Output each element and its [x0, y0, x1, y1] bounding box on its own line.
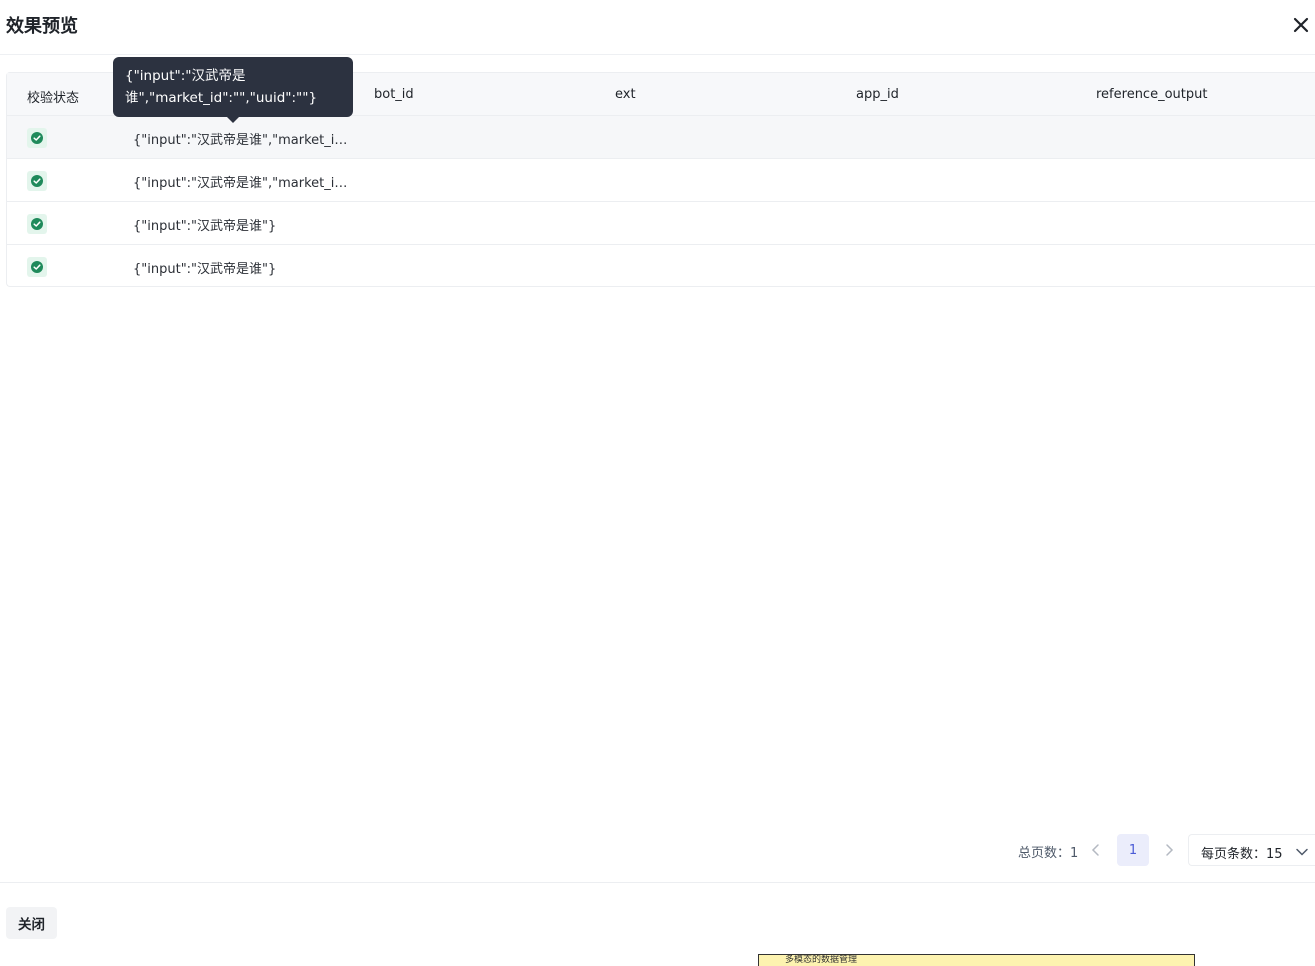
page-size-select[interactable]: 每页条数：15	[1188, 834, 1315, 866]
column-header-reference-output: reference_output	[1096, 87, 1208, 102]
chevron-left-icon[interactable]	[1087, 840, 1105, 860]
dialog-header: 效果预览	[0, 0, 1315, 55]
input-cell[interactable]: {"input":"汉武帝是谁","market_i…	[133, 172, 347, 191]
input-cell[interactable]: {"input":"汉武帝是谁"}	[133, 215, 276, 234]
column-header-status: 校验状态	[27, 91, 80, 106]
check-circle-icon	[27, 257, 47, 277]
check-circle-icon	[27, 128, 47, 148]
dialog-title: 效果预览	[6, 16, 78, 37]
footer-divider	[0, 882, 1315, 883]
tooltip-line: {"input":"汉武帝是	[125, 68, 246, 84]
check-circle-icon	[27, 171, 47, 191]
tooltip-line: 谁","market_id":"","uuid":""}	[125, 90, 318, 106]
total-pages: 总页数：1	[1018, 846, 1079, 861]
table-row[interactable]: {"input":"汉武帝是谁","market_i…	[7, 116, 1315, 159]
chevron-down-icon	[1295, 844, 1309, 863]
chevron-right-icon[interactable]	[1160, 840, 1178, 860]
input-cell[interactable]: {"input":"汉武帝是谁"}	[133, 258, 276, 277]
check-circle-icon	[27, 214, 47, 234]
table-row[interactable]: {"input":"汉武帝是谁","market_i…	[7, 159, 1315, 202]
column-header-app-id: app_id	[856, 87, 899, 102]
column-header-bot-id: bot_id	[374, 87, 414, 102]
input-cell[interactable]: {"input":"汉武帝是谁","market_i…	[133, 129, 347, 148]
background-note: 多模态的数据管理	[758, 954, 1195, 966]
page-size-label: 每页条数：15	[1201, 847, 1283, 862]
input-tooltip: {"input":"汉武帝是 谁","market_id":"","uuid":…	[113, 57, 353, 117]
column-header-ext: ext	[615, 87, 636, 102]
table-row[interactable]: {"input":"汉武帝是谁"}	[7, 245, 1315, 288]
tooltip-arrow	[226, 116, 240, 123]
close-button[interactable]: 关闭	[6, 907, 57, 939]
close-icon[interactable]	[1289, 10, 1313, 38]
page-button-current[interactable]: 1	[1117, 834, 1149, 866]
table-row[interactable]: {"input":"汉武帝是谁"}	[7, 202, 1315, 245]
